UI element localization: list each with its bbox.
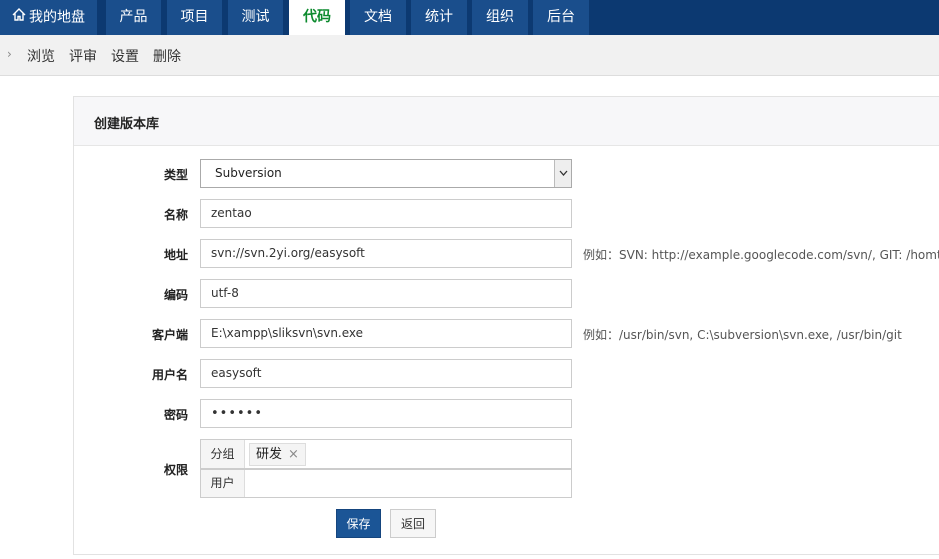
subnav-review[interactable]: 评审: [69, 46, 97, 66]
nav-item-label: 统计: [425, 9, 453, 25]
sub-nav: › 浏览 评审 设置 删除: [0, 35, 939, 76]
client-input[interactable]: E:\xampp\sliksvn\svn.exe: [200, 319, 572, 348]
nav-item-test[interactable]: 测试: [228, 0, 283, 35]
nav-item-code[interactable]: 代码: [289, 0, 345, 35]
panel-header: 创建版本库: [74, 97, 939, 146]
encoding-label: 编码: [163, 288, 188, 302]
account-label: 用户名: [151, 368, 188, 382]
encoding-input[interactable]: utf-8: [200, 279, 572, 308]
name-input[interactable]: zentao: [200, 199, 572, 228]
acl-group-label: 分组: [201, 440, 245, 468]
chevron-right-icon: ›: [7, 47, 12, 61]
password-label: 密码: [163, 408, 188, 422]
nav-item-admin[interactable]: 后台: [533, 0, 589, 35]
subnav-browse[interactable]: 浏览: [27, 46, 55, 66]
nav-item-project[interactable]: 项目: [167, 0, 222, 35]
nav-item-company[interactable]: 组织: [472, 0, 528, 35]
nav-item-label: 产品: [119, 9, 148, 25]
type-select[interactable]: Subversion: [200, 159, 572, 188]
nav-item-label: 项目: [180, 9, 209, 25]
acl-user-field[interactable]: 用户: [200, 469, 572, 498]
type-label: 类型: [163, 168, 188, 182]
type-select-value: Subversion: [215, 166, 282, 180]
path-label: 地址: [163, 248, 188, 262]
group-chip-label: 研发: [256, 447, 283, 462]
nav-item-label: 组织: [486, 9, 514, 25]
acl-group-field[interactable]: 分组 研发 ×: [200, 439, 572, 469]
nav-item-my[interactable]: 我的地盘: [0, 0, 97, 35]
nav-item-label: 代码: [303, 9, 331, 25]
client-label: 客户端: [151, 328, 188, 342]
home-icon: [12, 0, 26, 35]
nav-item-label: 我的地盘: [29, 9, 85, 26]
subnav-settings[interactable]: 设置: [111, 46, 139, 66]
page-title: 创建版本库: [94, 117, 160, 132]
main-nav: 我的地盘 产品 项目 测试 代码 文档 统计 组织 后台: [0, 0, 939, 35]
nav-item-product[interactable]: 产品: [106, 0, 161, 35]
nav-item-doc[interactable]: 文档: [350, 0, 406, 35]
nav-item-label: 后台: [547, 9, 575, 25]
password-input[interactable]: ••••••: [200, 399, 572, 428]
acl-user-label: 用户: [201, 470, 245, 497]
client-hint: 例如：/usr/bin/svn, C:\subversion\svn.exe, …: [583, 328, 902, 342]
path-hint: 例如：SVN: http://example.googlecode.com/sv…: [583, 248, 939, 262]
back-button[interactable]: 返回: [390, 509, 436, 538]
nav-item-label: 文档: [364, 9, 392, 25]
chevron-down-icon: [554, 160, 571, 187]
acl-label: 权限: [163, 463, 188, 477]
remove-icon[interactable]: ×: [288, 447, 299, 462]
name-label: 名称: [163, 208, 188, 222]
subnav-delete[interactable]: 删除: [153, 46, 181, 66]
nav-item-report[interactable]: 统计: [411, 0, 467, 35]
group-chip: 研发 ×: [249, 443, 306, 466]
nav-item-label: 测试: [241, 9, 270, 25]
path-input[interactable]: svn://svn.2yi.org/easysoft: [200, 239, 572, 268]
account-input[interactable]: easysoft: [200, 359, 572, 388]
save-button[interactable]: 保存: [336, 509, 381, 538]
